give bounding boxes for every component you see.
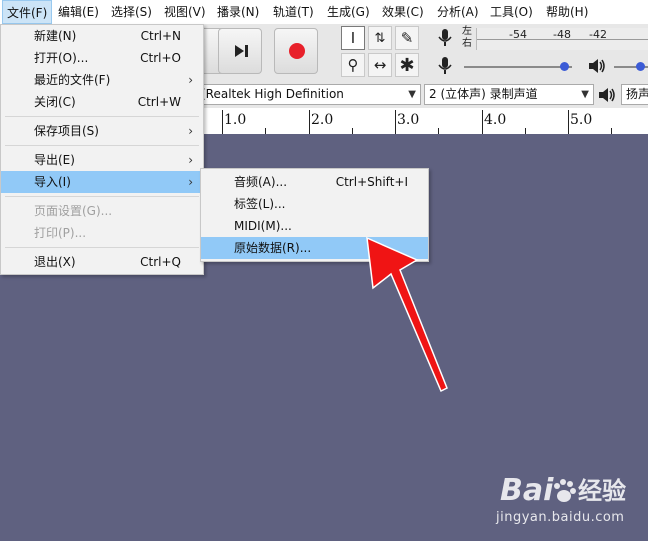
chevron-right-icon: ›: [188, 124, 193, 138]
meter-scale-42: -42: [589, 28, 607, 41]
input-device-value: (Realtek High Definition: [201, 87, 344, 101]
file-menu-exit[interactable]: 退出(X) Ctrl+Q: [1, 251, 203, 273]
meter-left-label: 左: [462, 26, 472, 37]
pencil-icon: ✎: [400, 29, 414, 47]
multi-tool[interactable]: ✱: [395, 53, 419, 77]
chevron-down-icon: ▼: [581, 89, 589, 100]
menu-separator: [5, 116, 199, 117]
envelope-icon: ⇅: [374, 30, 386, 46]
chevron-right-icon: ›: [188, 175, 193, 189]
ruler-label-5: 5.0: [570, 112, 593, 128]
ibeam-icon: I: [350, 29, 356, 47]
menu-view[interactable]: 视图(V): [160, 0, 210, 24]
draw-tool[interactable]: ✎: [395, 26, 419, 50]
speaker-icon: [597, 84, 619, 106]
record-meter[interactable]: -54 -48 -42: [476, 28, 648, 50]
import-audio[interactable]: 音频(A)... Ctrl+Shift+I: [201, 171, 428, 193]
channels-value: 2 (立体声) 录制声道: [429, 87, 538, 101]
envelope-tool[interactable]: ⇅: [368, 26, 392, 50]
menu-generate[interactable]: 生成(G): [323, 0, 374, 24]
file-menu-new[interactable]: 新建(N) Ctrl+N: [1, 25, 203, 47]
menu-file[interactable]: 文件(F): [2, 0, 53, 24]
asterisk-icon: ✱: [399, 54, 415, 76]
menu-tracks[interactable]: 轨道(T): [269, 0, 318, 24]
speaker-icon: [587, 55, 609, 77]
annotation-arrow: [366, 236, 448, 393]
output-volume-slider[interactable]: [614, 62, 648, 71]
zoom-tool[interactable]: ⚲: [341, 53, 365, 77]
output-device-select[interactable]: 扬声: [621, 84, 648, 105]
chevron-right-icon: ›: [188, 73, 193, 87]
file-menu-import[interactable]: 导入(I) ›: [1, 171, 203, 193]
skip-end-button[interactable]: [218, 28, 262, 74]
input-volume-slider[interactable]: [464, 62, 572, 71]
menu-analyze[interactable]: 分析(A): [433, 0, 483, 24]
meter-right-label: 右: [462, 38, 472, 49]
menu-tools[interactable]: 工具(O): [486, 0, 537, 24]
input-volume-icon: [434, 55, 456, 77]
file-menu-print: 打印(P)...: [34, 226, 87, 240]
menu-edit[interactable]: 编辑(E): [54, 0, 103, 24]
menu-effect[interactable]: 效果(C): [378, 0, 428, 24]
double-arrow-icon: ↔: [373, 56, 387, 74]
microphone-icon[interactable]: [434, 27, 456, 49]
file-menu-close[interactable]: 关闭(C) Ctrl+W: [1, 91, 203, 113]
file-menu: 新建(N) Ctrl+N 打开(O)... Ctrl+O 最近的文件(F) › …: [0, 24, 204, 275]
ruler-label-4: 4.0: [484, 112, 507, 128]
menu-transport[interactable]: 播录(N): [213, 0, 263, 24]
menu-separator: [5, 145, 199, 146]
record-button[interactable]: [274, 28, 318, 74]
channels-select[interactable]: 2 (立体声) 录制声道 ▼: [424, 84, 594, 105]
selection-tool[interactable]: I: [341, 26, 365, 50]
menu-help[interactable]: 帮助(H): [542, 0, 592, 24]
menu-separator: [5, 196, 199, 197]
menu-select[interactable]: 选择(S): [107, 0, 156, 24]
magnifier-icon: ⚲: [347, 56, 359, 74]
timeshift-tool[interactable]: ↔: [368, 53, 392, 77]
file-menu-recent[interactable]: 最近的文件(F) ›: [1, 69, 203, 91]
input-volume-thumb[interactable]: [560, 62, 569, 71]
menu-bar: 文件(F) 编辑(E) 选择(S) 视图(V) 播录(N) 轨道(T) 生成(G…: [0, 0, 648, 25]
paw-icon: [554, 479, 576, 502]
meter-channel-labels: 左 右: [462, 26, 472, 50]
watermark-url: jingyan.baidu.com: [496, 510, 625, 525]
output-device-value: 扬声: [626, 87, 648, 101]
chevron-right-icon: ›: [188, 153, 193, 167]
file-menu-export[interactable]: 导出(E) ›: [1, 149, 203, 171]
ruler-label-1: 1.0: [224, 112, 247, 128]
file-menu-open[interactable]: 打开(O)... Ctrl+O: [1, 47, 203, 69]
output-volume-thumb[interactable]: [636, 62, 645, 71]
watermark-brand-left: Bai: [500, 473, 554, 508]
record-icon: [289, 43, 305, 59]
meter-scale-48: -48: [553, 28, 571, 41]
ruler-label-2: 2.0: [311, 112, 334, 128]
chevron-down-icon: ▼: [408, 89, 416, 100]
file-menu-save-project[interactable]: 保存项目(S) ›: [1, 120, 203, 142]
skip-end-icon: [235, 45, 248, 57]
input-device-select[interactable]: (Realtek High Definition ▼: [196, 84, 421, 105]
menu-separator: [5, 247, 199, 248]
watermark-brand-right: 经验: [578, 477, 626, 505]
import-labels[interactable]: 标签(L)...: [201, 193, 428, 215]
ruler-label-3: 3.0: [397, 112, 420, 128]
meter-scale-54: -54: [509, 28, 527, 41]
file-menu-page-setup: 页面设置(G)...: [34, 204, 113, 218]
watermark: Bai 经验 jingyan.baidu.com: [496, 474, 648, 534]
